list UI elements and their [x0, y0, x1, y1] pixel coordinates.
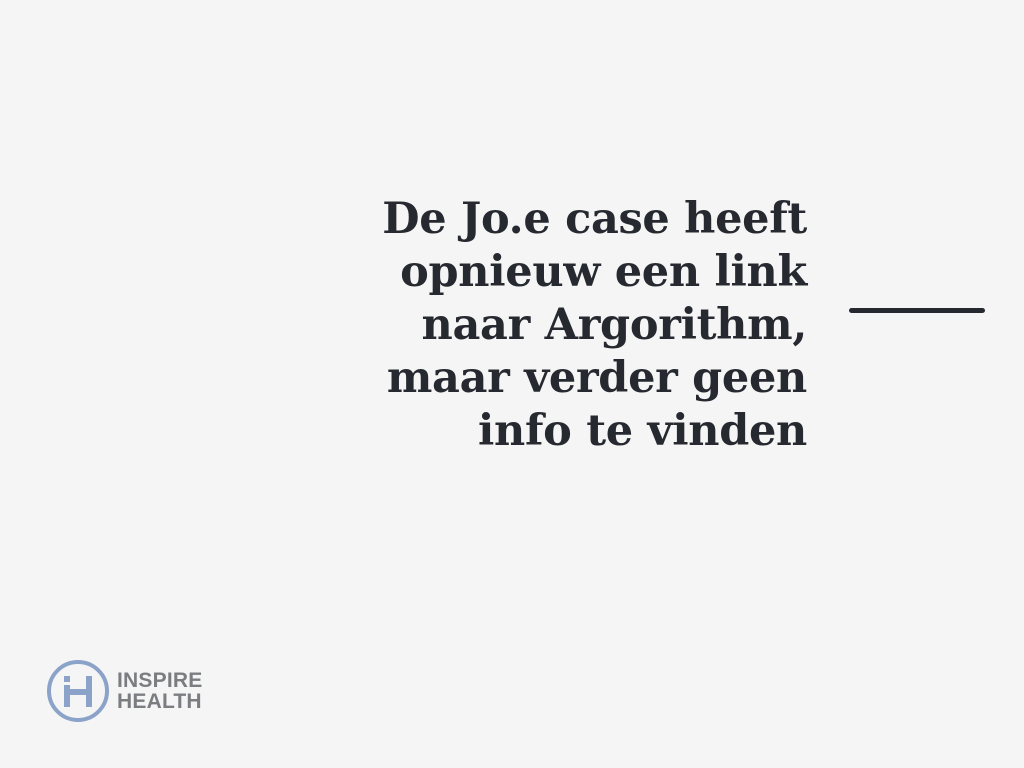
brand-logo: INSPIRE HEALTH	[46, 659, 202, 723]
headline-line: info te vinden	[477, 406, 807, 456]
brand-name-line2: HEALTH	[117, 690, 202, 713]
inspire-health-logo-icon	[47, 660, 109, 722]
headline-line: opnieuw een link	[400, 247, 807, 297]
headline-line: De Jo.e case heeft	[382, 194, 807, 244]
accent-divider	[849, 308, 985, 313]
slide: De Jo.e case heeft opnieuw een link naar…	[0, 0, 1024, 768]
headline-line: maar verder geen	[386, 353, 807, 403]
brand-wordmark: INSPIRE HEALTH	[117, 670, 202, 712]
slide-headline: De Jo.e case heeft opnieuw een link naar…	[287, 193, 807, 458]
headline-line: naar Argorithm,	[421, 300, 808, 350]
brand-name-line1: INSPIRE	[117, 669, 203, 692]
